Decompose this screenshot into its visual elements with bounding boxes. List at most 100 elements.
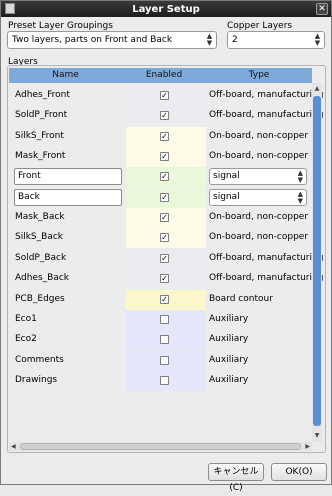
column-header-enabled: Enabled [145,70,183,80]
close-icon[interactable]: ✕ [316,3,328,15]
enabled-cell: ✓ [126,126,206,147]
layer-type: Auxiliary [209,313,249,324]
spin-arrows-icon: ▲ ▼ [297,169,303,185]
table-header: Name Enabled Type [9,68,312,83]
enabled-checkbox[interactable]: ✓ [160,111,169,121]
enabled-cell [126,370,206,391]
enabled-checkbox[interactable]: ✓ [160,213,169,223]
enabled-cell: ✓ [126,106,206,127]
layer-type: Off-board, manufacturing [209,252,324,263]
layer-row: SilkS_Back ✓ On-board, non-copper [9,228,312,249]
horizontal-scrollbar-thumb[interactable] [20,443,301,450]
layer-setup-dialog: Layer Setup ✕ Preset Layer Groupings Two… [0,0,332,493]
layer-name: SoldP_Front [15,110,68,121]
preset-label: Preset Layer Groupings [8,21,113,31]
layer-row: Drawings Auxiliary [9,370,312,391]
layer-row: Front ✓ signal ▲ ▼ [9,167,312,188]
enabled-checkbox[interactable]: ✓ [160,192,169,202]
enabled-checkbox[interactable] [160,314,169,324]
scroll-up-icon[interactable]: ▲ [313,84,321,94]
enabled-checkbox[interactable]: ✓ [160,233,169,243]
layer-row: SilkS_Front ✓ On-board, non-copper [9,126,312,147]
layer-name: Mask_Front [15,151,66,162]
enabled-cell: ✓ [126,167,206,188]
enabled-cell: ✓ [126,86,206,106]
layer-type: On-board, non-copper [209,151,309,162]
layer-row: Comments Auxiliary [9,350,312,371]
enabled-cell [126,330,206,351]
layer-type: On-board, non-copper [209,130,309,141]
layer-name: SilkS_Front [15,130,64,141]
enabled-checkbox[interactable]: ✓ [160,131,169,141]
layer-row: SoldP_Back ✓ Off-board, manufacturing [9,248,323,269]
layer-row: Mask_Front ✓ On-board, non-copper [9,147,312,168]
enabled-cell: ✓ [126,289,206,310]
window-title: Layer Setup [132,3,200,15]
enabled-cell: ✓ [126,208,206,229]
enabled-checkbox[interactable]: ✓ [160,274,169,284]
layer-row: Adhes_Back ✓ Off-board, manufacturing [9,269,323,290]
layer-type: Board contour [209,293,273,304]
layer-name: Adhes_Front [15,90,70,100]
layer-type: On-board, non-copper [209,212,309,223]
horizontal-scrollbar[interactable]: ◀ ▶ [9,442,312,451]
vertical-scrollbar[interactable]: ▲ ▼ [312,83,322,442]
enabled-checkbox[interactable]: ✓ [160,91,169,100]
enabled-checkbox[interactable]: ✓ [160,172,169,182]
enabled-checkbox[interactable]: ✓ [160,294,169,304]
enabled-cell: ✓ [126,228,206,249]
layer-row: Adhes_Front ✓ Off-board, manufacturing [9,86,323,106]
enabled-cell: ✓ [126,269,206,290]
layer-name: Comments [15,354,64,365]
layer-type-value: signal [213,191,240,202]
layer-name: Mask_Back [15,212,65,223]
layer-type: Auxiliary [209,334,249,345]
ok-button[interactable]: OK(O) [271,463,327,481]
layer-name: SilkS_Back [15,232,63,243]
copper-value: 2 [232,35,238,45]
layer-name-input[interactable]: Front [14,168,122,186]
enabled-checkbox[interactable]: ✓ [160,253,169,263]
layer-row: Mask_Back ✓ On-board, non-copper [9,208,312,229]
enabled-checkbox[interactable] [160,355,169,365]
copper-layers-select[interactable]: 2 ▲ ▼ [227,31,325,49]
layer-type: Off-board, manufacturing [209,273,324,284]
scroll-left-icon[interactable]: ◀ [11,442,16,451]
layer-name: Eco1 [15,313,37,324]
spin-arrows-icon: ▲ ▼ [314,32,321,47]
preset-select[interactable]: Two layers, parts on Front and Back ▲ ▼ [7,31,217,49]
enabled-cell [126,309,206,330]
layer-row: Back ✓ signal ▲ ▼ [9,187,312,208]
layer-row: PCB_Edges ✓ Board contour [9,289,312,310]
column-header-name: Name [52,70,79,80]
layer-type: On-board, non-copper [209,232,309,243]
spin-arrows-icon: ▲ ▼ [206,32,213,47]
enabled-cell: ✓ [126,147,206,168]
layer-row: Eco1 Auxiliary [9,309,312,330]
layer-type-value: signal [213,171,240,182]
layer-row: SoldP_Front ✓ Off-board, manufacturing [9,106,323,127]
layer-row: Eco2 Auxiliary [9,330,312,351]
scroll-down-icon[interactable]: ▼ [313,431,321,441]
enabled-checkbox[interactable] [160,335,169,345]
preset-value: Two layers, parts on Front and Back [12,35,173,45]
scroll-right-icon[interactable]: ▶ [305,442,310,451]
title-bar: Layer Setup ✕ [1,1,331,17]
layer-type-select[interactable]: signal ▲ ▼ [209,188,307,206]
layer-name: SoldP_Back [15,252,67,263]
enabled-checkbox[interactable]: ✓ [160,152,169,162]
scrollbar-thumb[interactable] [313,96,321,426]
app-icon [5,3,15,14]
enabled-cell: ✓ [126,248,206,269]
layer-type: Off-board, manufacturing [209,110,324,121]
layer-name: PCB_Edges [15,293,65,304]
layer-type-select[interactable]: signal ▲ ▼ [209,168,307,186]
enabled-checkbox[interactable] [160,375,169,385]
copper-label: Copper Layers [227,21,293,31]
cancel-button[interactable]: キャンセル(C) [208,463,264,493]
enabled-cell [126,350,206,371]
layer-name: Adhes_Back [15,273,69,284]
enabled-cell: ✓ [126,187,206,208]
layer-name-input[interactable]: Back [14,188,122,206]
layer-name: Drawings [15,374,58,385]
